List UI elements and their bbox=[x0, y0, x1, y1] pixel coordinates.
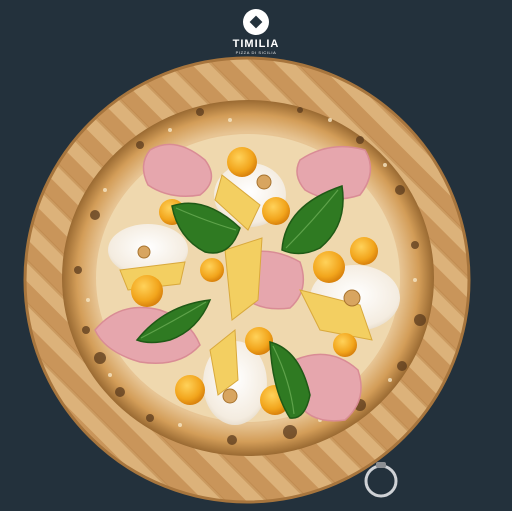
brand-name: TIMILIA bbox=[232, 38, 280, 50]
pizza-photo bbox=[23, 56, 471, 504]
timilia-logo-icon bbox=[243, 9, 269, 35]
brand-tagline: PIZZA DI SICILIA bbox=[235, 50, 277, 55]
board-hanging-ring bbox=[364, 462, 398, 498]
brand-header: TIMILIA PIZZA DI SICILIA bbox=[0, 8, 512, 56]
